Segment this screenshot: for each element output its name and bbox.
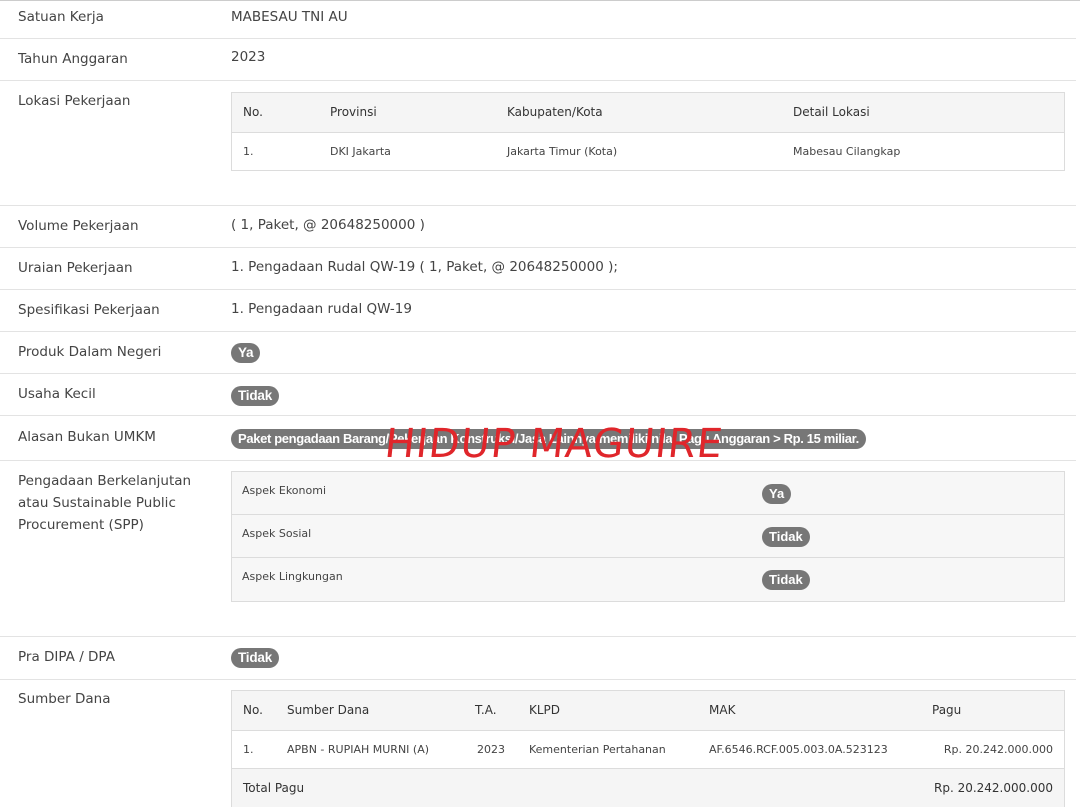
total-label: Total Pagu bbox=[243, 781, 305, 795]
table-total-row: Total Pagu Rp. 20.242.000.000 bbox=[232, 769, 1064, 807]
row-satuan-kerja: Satuan Kerja MABESAU TNI AU bbox=[0, 1, 1076, 39]
row-label: Pra DIPA / DPA bbox=[18, 649, 115, 665]
header-sumber-dana: Sumber Dana bbox=[287, 703, 370, 717]
row-pra-dipa: Pra DIPA / DPA Tidak bbox=[0, 637, 1076, 680]
spp-aspects-table: Aspek Ekonomi Ya Aspek Sosial Tidak Aspe… bbox=[231, 471, 1065, 602]
cell-klpd: Kementerian Pertahanan bbox=[529, 743, 666, 756]
row-usaha-kecil: Usaha Kecil Tidak bbox=[0, 374, 1076, 416]
header-detail-lokasi: Detail Lokasi bbox=[793, 105, 870, 119]
status-badge: Tidak bbox=[231, 648, 280, 668]
cell-no: 1. bbox=[243, 145, 254, 158]
row-spesifikasi-pekerjaan: Spesifikasi Pekerjaan 1. Pengadaan rudal… bbox=[0, 290, 1076, 332]
header-provinsi: Provinsi bbox=[330, 105, 377, 119]
header-pagu: Pagu bbox=[932, 703, 962, 717]
row-produk-dalam-negeri: Produk Dalam Negeri Ya bbox=[0, 332, 1076, 374]
row-volume-pekerjaan: Volume Pekerjaan ( 1, Paket, @ 206482500… bbox=[0, 206, 1076, 248]
row-label-line: Procurement (SPP) bbox=[18, 517, 144, 533]
row-label: Satuan Kerja bbox=[18, 9, 104, 25]
funding-table: No. Sumber Dana T.A. KLPD MAK Pagu 1. AP… bbox=[231, 690, 1065, 807]
cell-kabupaten: Jakarta Timur (Kota) bbox=[507, 145, 618, 158]
watermark-text: HIDUP MAGUIRE bbox=[382, 421, 726, 467]
table-row: Aspek Lingkungan Tidak bbox=[232, 558, 1064, 601]
status-badge: Ya bbox=[231, 343, 261, 363]
cell-sumber-dana: APBN - RUPIAH MURNI (A) bbox=[287, 743, 430, 756]
row-value: 2023 bbox=[231, 49, 266, 65]
total-value: Rp. 20.242.000.000 bbox=[933, 781, 1053, 795]
row-value: ( 1, Paket, @ 20648250000 ) bbox=[231, 217, 425, 233]
cell-ta: 2023 bbox=[477, 743, 505, 756]
row-label: Tahun Anggaran bbox=[18, 51, 128, 67]
header-mak: MAK bbox=[709, 703, 736, 717]
table-row: 1. DKI Jakarta Jakarta Timur (Kota) Mabe… bbox=[232, 133, 1064, 171]
row-label: Sumber Dana bbox=[18, 691, 111, 707]
status-badge: Ya bbox=[762, 484, 792, 504]
table-row: 1. APBN - RUPIAH MURNI (A) 2023 Kementer… bbox=[232, 731, 1064, 769]
row-label: Uraian Pekerjaan bbox=[18, 260, 133, 276]
row-uraian-pekerjaan: Uraian Pekerjaan 1. Pengadaan Rudal QW-1… bbox=[0, 248, 1076, 290]
cell-provinsi: DKI Jakarta bbox=[330, 145, 391, 158]
aspect-label: Aspek Sosial bbox=[242, 527, 312, 540]
row-value: 1. Pengadaan rudal QW-19 bbox=[231, 301, 412, 317]
aspect-label: Aspek Lingkungan bbox=[242, 570, 343, 583]
row-label: Spesifikasi Pekerjaan bbox=[18, 302, 160, 318]
row-tahun-anggaran: Tahun Anggaran 2023 bbox=[0, 39, 1076, 81]
cell-no: 1. bbox=[243, 743, 254, 756]
row-pengadaan-berkelanjutan: Pengadaan Berkelanjutan atau Sustainable… bbox=[0, 461, 1076, 637]
row-label: Alasan Bukan UMKM bbox=[18, 429, 156, 445]
cell-detail-lokasi: Mabesau Cilangkap bbox=[793, 145, 901, 158]
status-badge: Tidak bbox=[231, 386, 280, 406]
table-row: Aspek Sosial Tidak bbox=[232, 515, 1064, 558]
cell-pagu: Rp. 20.242.000.000 bbox=[943, 743, 1053, 756]
header-no: No. bbox=[243, 703, 263, 717]
row-label-line: Pengadaan Berkelanjutan bbox=[18, 473, 192, 489]
status-badge: Tidak bbox=[762, 527, 810, 547]
row-value: MABESAU TNI AU bbox=[231, 9, 348, 25]
detail-page: Satuan Kerja MABESAU TNI AU Tahun Anggar… bbox=[0, 0, 1080, 811]
header-kabupaten: Kabupaten/Kota bbox=[507, 105, 603, 119]
header-klpd: KLPD bbox=[529, 703, 561, 717]
table-row: Aspek Ekonomi Ya bbox=[232, 472, 1064, 515]
cell-mak: AF.6546.RCF.005.003.0A.523123 bbox=[709, 743, 888, 756]
header-ta: T.A. bbox=[475, 703, 497, 717]
row-value: 1. Pengadaan Rudal QW-19 ( 1, Paket, @ 2… bbox=[231, 259, 618, 275]
status-badge: Tidak bbox=[762, 570, 810, 590]
row-sumber-dana: Sumber Dana No. Sumber Dana T.A. KLPD MA… bbox=[0, 680, 1076, 812]
row-lokasi-pekerjaan: Lokasi Pekerjaan No. Provinsi Kabupaten/… bbox=[0, 81, 1076, 206]
aspect-label: Aspek Ekonomi bbox=[242, 484, 327, 497]
row-label: Produk Dalam Negeri bbox=[18, 344, 162, 360]
row-label: Volume Pekerjaan bbox=[18, 218, 139, 234]
row-label: Usaha Kecil bbox=[18, 386, 96, 402]
header-no: No. bbox=[243, 105, 263, 119]
table-header: No. Sumber Dana T.A. KLPD MAK Pagu bbox=[232, 691, 1064, 731]
row-label: Lokasi Pekerjaan bbox=[18, 93, 131, 109]
location-table: No. Provinsi Kabupaten/Kota Detail Lokas… bbox=[231, 92, 1065, 171]
table-header: No. Provinsi Kabupaten/Kota Detail Lokas… bbox=[232, 93, 1064, 133]
row-label-line: atau Sustainable Public bbox=[18, 495, 176, 511]
